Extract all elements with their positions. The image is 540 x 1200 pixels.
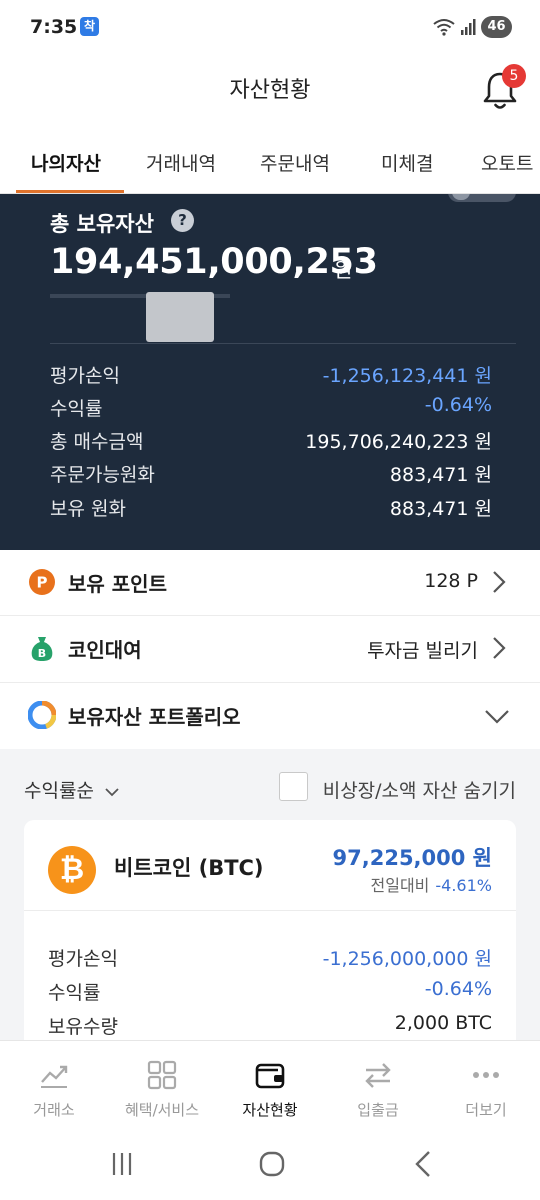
status-time: 7:35 <box>30 16 78 38</box>
summary-row-value: -0.64% <box>424 394 492 416</box>
back-icon[interactable] <box>408 1148 440 1180</box>
more-dots-icon <box>473 1072 499 1078</box>
coin-row-quantity: 보유수량 2,000 BTC <box>48 1012 492 1042</box>
summary-divider <box>50 343 516 344</box>
chevron-down-icon <box>485 710 509 724</box>
nav-benefits[interactable]: 혜택/서비스 <box>108 1041 216 1129</box>
card-divider <box>24 910 516 911</box>
nav-exchange[interactable]: 거래소 <box>0 1041 108 1129</box>
summary-row-value: 195,706,240,223 원 <box>305 431 492 453</box>
money-bag-icon: B <box>31 637 53 661</box>
coin-daily-change: 전일대비 -4.61% <box>371 872 493 896</box>
status-bar: 7:35 착 46 <box>0 0 540 56</box>
summary-row-label: 평가손익 <box>50 365 120 387</box>
tab-trade-history[interactable]: 거래내역 <box>146 149 216 176</box>
nav-assets[interactable]: 자산현황 <box>216 1041 324 1129</box>
app-notification-badge: 착 <box>80 17 99 36</box>
points-icon: P <box>29 569 55 595</box>
chart-line-icon <box>41 1065 68 1088</box>
page-title: 자산현황 <box>229 78 311 103</box>
hide-small-assets-checkbox[interactable] <box>279 772 308 801</box>
chevron-right-icon <box>493 571 506 593</box>
redacted-area <box>146 292 214 342</box>
app-header: 자산현황 <box>0 56 540 124</box>
daily-change-label: 전일대비 <box>370 876 430 895</box>
nav-deposit-withdraw[interactable]: 입출금 <box>324 1041 432 1129</box>
summary-row-held-krw: 보유 원화 883,471 원 <box>50 494 492 524</box>
nav-label: 더보기 <box>465 1101 507 1119</box>
daily-change-value: -4.61% <box>435 876 492 895</box>
coin-loan-title: 코인대여 <box>68 638 142 662</box>
summary-row-total-buy: 총 매수금액 195,706,240,223 원 <box>50 427 492 457</box>
tab-my-assets[interactable]: 나의자산 <box>31 149 101 176</box>
coin-row-label: 보유수량 <box>48 1016 118 1038</box>
bottom-nav: 거래소 혜택/서비스 자산현황 입출금 더보기 <box>0 1040 540 1128</box>
help-icon[interactable]: ? <box>171 209 194 232</box>
nav-more[interactable]: 더보기 <box>432 1041 540 1129</box>
coin-row-value: 2,000 BTC <box>394 1012 492 1034</box>
sort-label: 수익률순 <box>24 780 94 802</box>
battery-indicator: 46 <box>481 16 512 38</box>
signal-icon <box>461 19 476 35</box>
wallet-icon <box>255 1063 285 1089</box>
summary-row-label: 총 매수금액 <box>50 431 144 453</box>
nav-label: 입출금 <box>357 1101 399 1119</box>
total-assets-value: 194,451,000,253 <box>50 242 378 282</box>
sort-dropdown[interactable]: 수익률순 <box>24 776 120 803</box>
coin-card-btc[interactable]: ₿ 비트코인 (BTC) 97,225,000 원 전일대비 -4.61% 평가손… <box>24 820 516 1060</box>
borrow-funds-link[interactable]: 투자금 빌리기 <box>367 636 478 663</box>
tab-bar: 나의자산 거래내역 주문내역 미체결 오토트 <box>0 124 540 194</box>
nav-label: 자산현황 <box>242 1101 298 1119</box>
svg-text:B: B <box>38 647 46 660</box>
grid-icon <box>147 1060 177 1090</box>
bitcoin-icon: ₿ <box>48 846 96 894</box>
tab-unfilled[interactable]: 미체결 <box>381 149 433 176</box>
portfolio-row[interactable]: 보유자산 포트폴리오 <box>0 683 540 749</box>
coin-row-return: 수익률 -0.64% <box>48 978 492 1008</box>
summary-row-value: 883,471 원 <box>389 498 492 520</box>
points-value: 128 P <box>424 570 478 592</box>
pie-chart-icon <box>28 701 56 729</box>
chevron-right-icon <box>493 637 506 659</box>
points-row[interactable]: P 보유 포인트 128 P <box>0 550 540 616</box>
coin-row-label: 평가손익 <box>48 948 118 970</box>
summary-row-value: 883,471 원 <box>389 464 492 486</box>
home-icon[interactable] <box>256 1148 288 1180</box>
wifi-icon <box>433 19 455 36</box>
coin-price: 97,225,000 원 <box>332 846 492 870</box>
coin-row-value: -0.64% <box>424 978 492 1000</box>
asset-summary-panel: 총 보유자산 ? 194,451,000,253 원 평가손익 -1,256,1… <box>0 194 540 550</box>
points-title: 보유 포인트 <box>68 572 167 596</box>
tab-auto-trade[interactable]: 오토트 <box>481 149 533 176</box>
summary-row-value: -1,256,123,441 원 <box>322 365 492 387</box>
coin-row-label: 수익률 <box>48 982 101 1004</box>
summary-row-return: 수익률 -0.64% <box>50 394 492 424</box>
summary-row-orderable-krw: 주문가능원화 883,471 원 <box>50 460 492 490</box>
coin-loan-row[interactable]: B 코인대여 투자금 빌리기 <box>0 616 540 682</box>
system-nav-bar <box>0 1128 540 1200</box>
tab-order-history[interactable]: 주문내역 <box>260 149 330 176</box>
total-assets-unit: 원 <box>334 258 353 282</box>
coin-name: 비트코인 (BTC) <box>114 856 264 880</box>
coin-row-pnl: 평가손익 -1,256,000,000 원 <box>48 944 492 974</box>
summary-row-label: 보유 원화 <box>50 498 126 520</box>
recent-apps-icon[interactable] <box>106 1148 138 1180</box>
summary-row-pnl: 평가손익 -1,256,123,441 원 <box>50 361 492 391</box>
total-assets-label: 총 보유자산 <box>50 212 154 236</box>
summary-row-label: 수익률 <box>50 398 103 420</box>
nav-label: 거래소 <box>33 1101 75 1119</box>
chevron-down-icon <box>105 788 119 797</box>
nav-label: 혜택/서비스 <box>124 1101 200 1119</box>
transfer-arrows-icon <box>365 1063 391 1088</box>
summary-row-label: 주문가능원화 <box>50 464 155 486</box>
coin-row-value: -1,256,000,000 원 <box>322 948 492 970</box>
portfolio-title: 보유자산 포트폴리오 <box>68 705 241 729</box>
notification-count-badge: 5 <box>502 64 526 88</box>
svg-text:P: P <box>37 574 48 592</box>
hide-small-assets-label[interactable]: 비상장/소액 자산 숨기기 <box>323 776 516 803</box>
